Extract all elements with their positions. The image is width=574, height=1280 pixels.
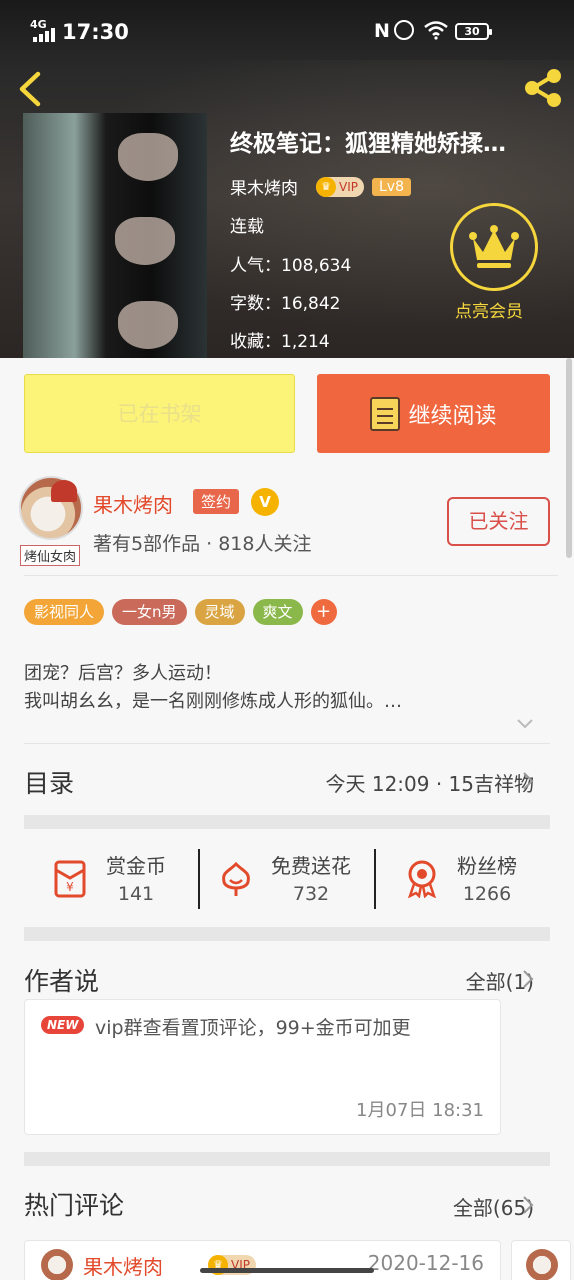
tag-chip[interactable]: 灵域 <box>194 599 245 625</box>
book-author-row: 果木烤肉 ♛ VIP Lv8 <box>230 174 411 199</box>
tag-chip[interactable]: 影视同人 <box>24 599 105 625</box>
crown-icon: ♛ <box>316 176 336 197</box>
book-title: 终极笔记：狐狸精她矫揉… <box>230 131 506 157</box>
alarm-icon <box>394 20 414 40</box>
back-icon[interactable] <box>14 68 48 110</box>
flower-icon <box>222 861 250 896</box>
book-author[interactable]: 果木烤肉 <box>230 174 298 199</box>
divider <box>198 849 200 909</box>
chevron-down-icon[interactable] <box>515 716 535 732</box>
comment-card[interactable] <box>511 1240 571 1280</box>
favorites-count: 收藏：1,214 <box>230 332 330 352</box>
synopsis[interactable]: 团宠？后宫？多人运动！ 我叫胡幺幺，是一名刚刚修炼成人形的狐仙。… <box>24 660 544 716</box>
section-separator <box>24 1152 550 1166</box>
comment-date: 2020-12-16 <box>367 1251 484 1275</box>
red-envelope-icon: ¥ <box>54 860 86 898</box>
chevron-right-icon[interactable] <box>522 771 534 791</box>
continue-reading-button[interactable]: 继续阅读 <box>317 374 550 453</box>
synopsis-line: 我叫胡幺幺，是一名刚刚修炼成人形的狐仙。… <box>24 691 402 712</box>
membership-button[interactable] <box>450 203 538 291</box>
fan-ranking-stat[interactable]: 粉丝榜 1266 <box>450 850 524 905</box>
level-badge: Lv8 <box>371 177 411 196</box>
commenter-name[interactable]: 果木烤肉 <box>83 1251 163 1280</box>
catalog-update[interactable]: 今天 12:09 · 15吉祥物 <box>325 768 534 797</box>
author-note-time: 1月07日 18:31 <box>356 1100 484 1121</box>
author-note-card[interactable]: NEW vip群查看置顶评论，99+金币可加更 1月07日 18:31 <box>24 999 501 1135</box>
add-tag-button[interactable]: + <box>310 599 337 625</box>
home-indicator[interactable] <box>200 1268 374 1273</box>
chevron-right-icon[interactable] <box>522 969 534 989</box>
section-separator <box>24 927 550 941</box>
divider <box>24 743 550 744</box>
new-badge: NEW <box>41 1016 85 1034</box>
author-says-title: 作者说 <box>24 967 100 996</box>
book-icon <box>370 396 401 431</box>
synopsis-line: 团宠？后宫？多人运动！ <box>24 663 222 684</box>
crown-icon <box>469 225 519 268</box>
share-icon[interactable] <box>521 66 565 110</box>
author-stats: 著有5部作品 · 818人关注 <box>93 533 312 555</box>
stat-value: 141 <box>117 883 155 905</box>
continue-reading-label: 继续阅读 <box>408 403 497 429</box>
section-separator <box>24 815 550 829</box>
clock: 17:30 <box>62 20 129 44</box>
stat-label: 赏金币 <box>106 854 166 878</box>
nfc-icon: N <box>374 20 390 42</box>
avatar-tag: 烤仙女肉 <box>20 545 81 566</box>
chevron-right-icon[interactable] <box>522 1195 534 1215</box>
divider <box>374 849 376 909</box>
vip-badge: ♛ VIP <box>316 176 364 197</box>
signal-icon <box>33 28 55 42</box>
reward-coins-stat[interactable]: 赏金币 141 <box>99 850 173 905</box>
free-flowers-stat[interactable]: 免费送花 732 <box>262 850 360 905</box>
battery-icon: 30 <box>455 23 492 40</box>
word-count: 字数：16,842 <box>230 294 341 314</box>
commenter-avatar[interactable] <box>41 1249 73 1280</box>
svg-text:¥: ¥ <box>66 880 74 894</box>
author-avatar[interactable] <box>19 476 83 540</box>
in-shelf-button[interactable]: 已在书架 <box>24 374 295 453</box>
medal-icon <box>408 860 436 898</box>
hot-comments-title: 热门评论 <box>24 1191 125 1220</box>
comment-card[interactable]: 果木烤肉 ♛ VIP 2020-12-16 <box>24 1240 501 1280</box>
author-name[interactable]: 果木烤肉 <box>93 489 173 518</box>
popularity: 人气：108,634 <box>230 256 352 276</box>
stat-value: 1266 <box>462 883 512 905</box>
verified-badge: V <box>251 488 279 516</box>
serial-status: 连载 <box>230 217 264 237</box>
stat-label: 粉丝榜 <box>457 854 517 878</box>
signed-badge: 签约 <box>193 489 240 514</box>
tag-list: 影视同人 一女n男 灵域 爽文 + <box>24 599 337 625</box>
commenter-avatar[interactable] <box>526 1249 558 1280</box>
tag-chip[interactable]: 爽文 <box>252 599 303 625</box>
scrollbar[interactable] <box>566 358 572 558</box>
status-bar: 4G 17:30 N 30 <box>0 0 574 58</box>
stat-value: 732 <box>292 883 330 905</box>
follow-button[interactable]: 已关注 <box>447 497 550 546</box>
stat-label: 免费送花 <box>271 854 351 878</box>
membership-label[interactable]: 点亮会员 <box>455 297 523 322</box>
book-cover[interactable] <box>23 113 207 358</box>
divider <box>24 575 558 576</box>
vip-label: VIP <box>339 179 358 194</box>
catalog-title[interactable]: 目录 <box>24 764 74 800</box>
book-detail-page: 4G 17:30 N 30 终极笔记：狐狸精她矫揉… 果木烤肉 ♛ VIP Lv… <box>0 0 574 1280</box>
tag-chip[interactable]: 一女n男 <box>112 599 187 625</box>
wifi-icon <box>424 21 448 40</box>
author-note-text: vip群查看置顶评论，99+金币可加更 <box>95 1017 411 1039</box>
